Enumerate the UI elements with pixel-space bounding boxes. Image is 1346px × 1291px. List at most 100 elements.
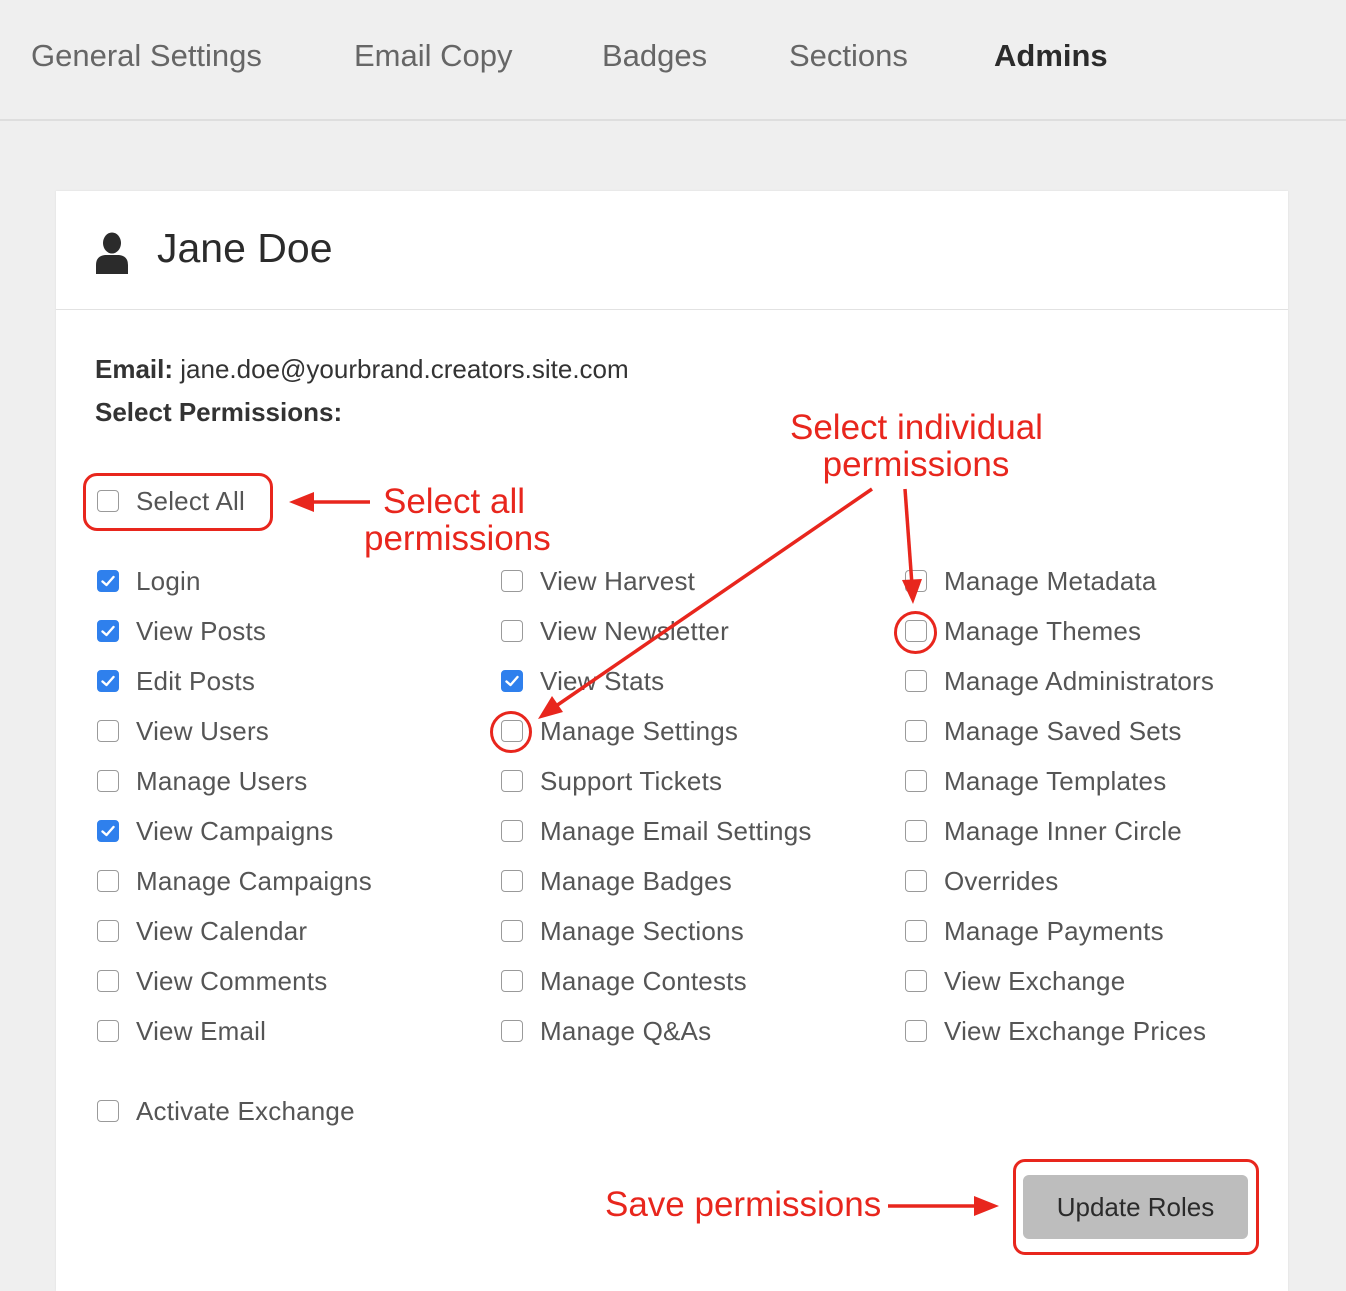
permission-view-exchange-prices[interactable]: View Exchange Prices [905, 1016, 1206, 1046]
checkbox-unchecked[interactable] [501, 570, 523, 592]
permission-manage-settings[interactable]: Manage Settings [501, 716, 738, 746]
admin-card: Jane Doe Email: jane.doe@yourbrand.creat… [56, 191, 1288, 1291]
checkbox-unchecked[interactable] [905, 670, 927, 692]
checkbox-checked[interactable] [97, 820, 119, 842]
permission-activate-exchange[interactable]: Activate Exchange [97, 1096, 355, 1126]
permission-view-posts[interactable]: View Posts [97, 616, 266, 646]
checkbox-unchecked[interactable] [97, 920, 119, 942]
checkbox-unchecked[interactable] [905, 1020, 927, 1042]
checkbox-unchecked[interactable] [501, 920, 523, 942]
email-value: jane.doe@yourbrand.creators.site.com [180, 354, 629, 384]
permission-label: View Posts [136, 615, 267, 646]
checkbox-checked[interactable] [501, 670, 523, 692]
permission-label: View Calendar [136, 915, 308, 946]
checkbox-unchecked[interactable] [905, 920, 927, 942]
annotation-line: permissions [364, 519, 551, 559]
permission-view-users[interactable]: View Users [97, 716, 269, 746]
permission-label: View Comments [136, 965, 328, 996]
permission-label: Manage Metadata [944, 565, 1157, 596]
checkbox-unchecked[interactable] [501, 870, 523, 892]
admin-card-header: Jane Doe [56, 191, 1288, 310]
permission-manage-metadata[interactable]: Manage Metadata [905, 566, 1157, 596]
permission-manage-saved-sets[interactable]: Manage Saved Sets [905, 716, 1182, 746]
permission-label: Login [136, 565, 201, 596]
permission-label: Manage Users [136, 765, 308, 796]
permission-edit-posts[interactable]: Edit Posts [97, 666, 255, 696]
permission-manage-inner-circle[interactable]: Manage Inner Circle [905, 816, 1182, 846]
checkbox-checked[interactable] [97, 570, 119, 592]
permission-manage-templates[interactable]: Manage Templates [905, 766, 1166, 796]
tab-badges[interactable]: Badges [602, 38, 707, 74]
permission-label: View Campaigns [136, 815, 334, 846]
permission-overrides[interactable]: Overrides [905, 866, 1059, 896]
checkbox-checked[interactable] [97, 670, 119, 692]
permission-manage-email-settings[interactable]: Manage Email Settings [501, 816, 812, 846]
permission-label: Manage Administrators [944, 665, 1215, 696]
permission-label: Manage Contests [540, 965, 747, 996]
permission-label: Overrides [944, 865, 1059, 896]
permission-view-exchange[interactable]: View Exchange [905, 966, 1125, 996]
tab-general-settings[interactable]: General Settings [31, 38, 262, 74]
permission-label: Manage Payments [944, 915, 1164, 946]
checkbox-unchecked[interactable] [97, 970, 119, 992]
checkbox-unchecked[interactable] [905, 970, 927, 992]
permission-manage-themes[interactable]: Manage Themes [905, 616, 1141, 646]
annotation-individual: Select individual permissions [790, 408, 1043, 484]
permission-label: View Newsletter [540, 615, 729, 646]
checkbox-unchecked[interactable] [501, 620, 523, 642]
update-roles-highlight [1013, 1159, 1259, 1255]
checkbox-unchecked[interactable] [501, 770, 523, 792]
permission-label: Manage Badges [540, 865, 732, 896]
permission-label: Edit Posts [136, 665, 256, 696]
checkbox-unchecked[interactable] [905, 720, 927, 742]
tab-admins[interactable]: Admins [994, 38, 1108, 74]
annotation-save: Save permissions [605, 1185, 882, 1224]
manage-settings-highlight [490, 711, 532, 753]
permission-view-campaigns[interactable]: View Campaigns [97, 816, 333, 846]
checkbox-unchecked[interactable] [501, 970, 523, 992]
settings-tab-bar: General Settings Email Copy Badges Secti… [0, 0, 1346, 121]
permission-manage-users[interactable]: Manage Users [97, 766, 307, 796]
permission-label: Manage Templates [944, 765, 1167, 796]
checkbox-unchecked[interactable] [97, 720, 119, 742]
checkbox-unchecked[interactable] [97, 870, 119, 892]
permission-view-harvest[interactable]: View Harvest [501, 566, 695, 596]
permission-manage-contests[interactable]: Manage Contests [501, 966, 747, 996]
permission-view-comments[interactable]: View Comments [97, 966, 327, 996]
permission-label: Manage Q&As [540, 1015, 712, 1046]
checkbox-unchecked[interactable] [501, 820, 523, 842]
permission-view-calendar[interactable]: View Calendar [97, 916, 307, 946]
checkbox-unchecked[interactable] [905, 820, 927, 842]
checkbox-unchecked[interactable] [97, 1020, 119, 1042]
permission-manage-payments[interactable]: Manage Payments [905, 916, 1164, 946]
permission-view-stats[interactable]: View Stats [501, 666, 664, 696]
permission-support-tickets[interactable]: Support Tickets [501, 766, 722, 796]
select-all-highlight [83, 473, 273, 531]
permission-label: Manage Email Settings [540, 815, 812, 846]
checkbox-unchecked[interactable] [97, 1100, 119, 1122]
permission-login[interactable]: Login [97, 566, 201, 596]
permission-manage-badges[interactable]: Manage Badges [501, 866, 732, 896]
annotation-line: Select individual [790, 408, 1043, 447]
tab-email-copy[interactable]: Email Copy [354, 38, 513, 74]
permission-manage-campaigns[interactable]: Manage Campaigns [97, 866, 372, 896]
permission-manage-sections[interactable]: Manage Sections [501, 916, 744, 946]
checkbox-unchecked[interactable] [501, 1020, 523, 1042]
permission-view-email[interactable]: View Email [97, 1016, 266, 1046]
checkbox-unchecked[interactable] [905, 570, 927, 592]
email-label: Email: [95, 354, 174, 384]
checkbox-unchecked[interactable] [905, 770, 927, 792]
checkbox-unchecked[interactable] [97, 770, 119, 792]
tab-sections[interactable]: Sections [789, 38, 908, 74]
permission-label: Manage Inner Circle [944, 815, 1182, 846]
permission-label: Manage Themes [944, 615, 1142, 646]
permission-manage-qandas[interactable]: Manage Q&As [501, 1016, 711, 1046]
permission-label: Manage Settings [540, 715, 739, 746]
permission-view-newsletter[interactable]: View Newsletter [501, 616, 729, 646]
checkbox-checked[interactable] [97, 620, 119, 642]
permission-label: Activate Exchange [136, 1095, 355, 1126]
permission-manage-administrators[interactable]: Manage Administrators [905, 666, 1214, 696]
checkbox-unchecked[interactable] [905, 870, 927, 892]
admin-email: Email: jane.doe@yourbrand.creators.site.… [95, 354, 629, 385]
user-icon [96, 232, 128, 274]
